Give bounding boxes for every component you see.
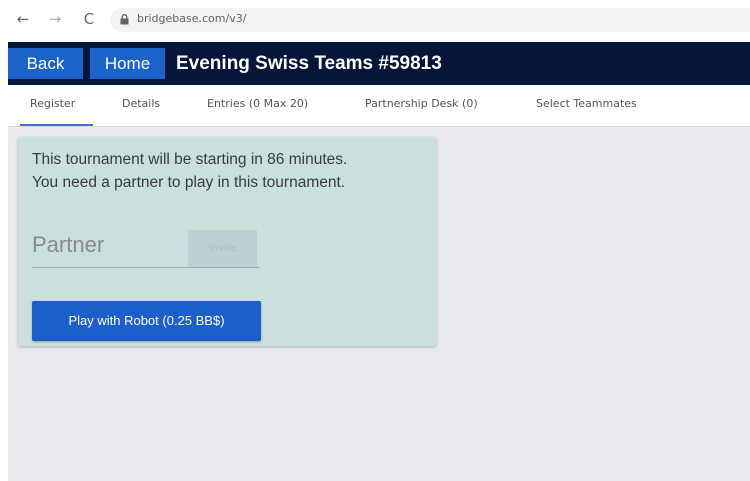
tab-details[interactable]: Details bbox=[122, 85, 160, 126]
app-header: Back Home Evening Swiss Teams #59813 bbox=[8, 42, 750, 85]
play-with-robot-button[interactable]: Play with Robot (0.25 BB$) bbox=[32, 301, 261, 341]
browser-forward-icon[interactable]: → bbox=[46, 10, 64, 28]
invite-button[interactable]: Invite bbox=[188, 230, 257, 267]
url-text: bridgebase.com/v3/ bbox=[137, 12, 247, 25]
tab-register[interactable]: Register bbox=[19, 85, 94, 126]
partner-required-message: You need a partner to play in this tourn… bbox=[32, 174, 346, 191]
tab-entries[interactable]: Entries (0 Max 20) bbox=[207, 85, 308, 126]
registration-card: This tournament will be starting in 86 m… bbox=[18, 137, 436, 346]
partner-input[interactable]: Partner bbox=[32, 232, 104, 258]
tab-select-teammates[interactable]: Select Teammates bbox=[536, 85, 637, 126]
browser-back-icon[interactable]: ← bbox=[14, 10, 32, 28]
tab-bar: Register Details Entries (0 Max 20) Part… bbox=[8, 85, 750, 127]
browser-reload-icon[interactable]: C bbox=[80, 10, 98, 28]
start-time-message: This tournament will be starting in 86 m… bbox=[32, 151, 348, 168]
tab-partnership-desk[interactable]: Partnership Desk (0) bbox=[365, 85, 478, 126]
partner-input-underline bbox=[32, 267, 260, 268]
tournament-title: Evening Swiss Teams #59813 bbox=[176, 53, 442, 74]
home-button[interactable]: Home bbox=[90, 48, 165, 79]
back-button[interactable]: Back bbox=[8, 48, 83, 79]
browser-toolbar: ← → C bridgebase.com/v3/ bbox=[0, 0, 750, 42]
main-content: This tournament will be starting in 86 m… bbox=[8, 127, 750, 481]
address-bar[interactable]: bridgebase.com/v3/ bbox=[110, 8, 750, 32]
lock-icon bbox=[120, 14, 129, 25]
